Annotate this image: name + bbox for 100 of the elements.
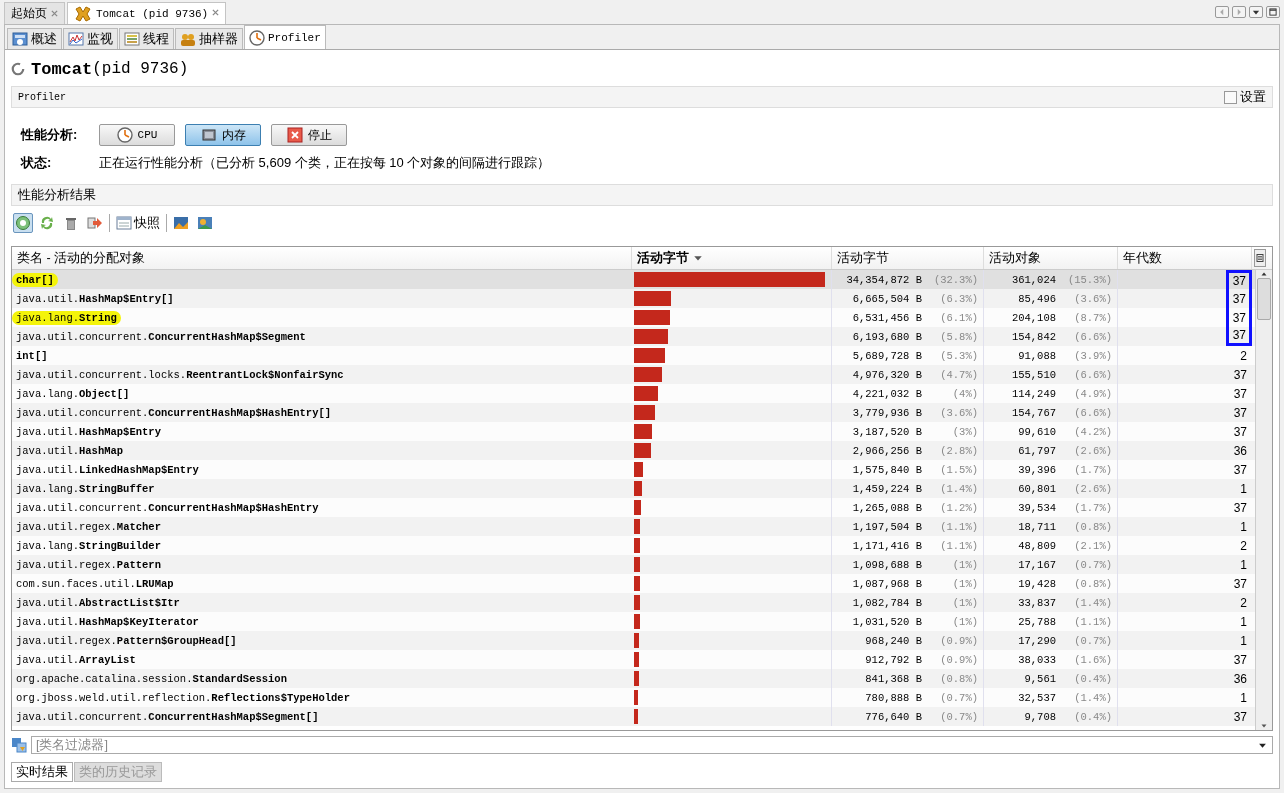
percent-value: (2.6%): [1073, 444, 1112, 457]
percent-value: (6.6%): [1073, 406, 1112, 419]
objects-value: 154,842: [1011, 330, 1056, 343]
percent-value: (1.2%): [939, 501, 978, 514]
table-row[interactable]: java.util.concurrent.ConcurrentHashMap$HashEntry[] 3,779,936 B (3.6%) 154,767 (6.6%) 37: [12, 403, 1255, 422]
objects-value: 99,610: [1018, 425, 1056, 438]
class-name: java.util.regex.Matcher: [16, 520, 161, 533]
percent-value: (1.4%): [939, 482, 978, 495]
percent-value: (1.1%): [939, 539, 978, 552]
profile-button[interactable]: CPU: [99, 124, 175, 146]
column-header[interactable]: 年代数: [1118, 247, 1252, 269]
stop-icon: [286, 127, 303, 143]
snapshot-button[interactable]: 快照: [114, 214, 162, 232]
list-icon: [124, 31, 140, 47]
generations-value: 37: [1233, 386, 1247, 401]
column-header[interactable]: 活动字节: [632, 247, 832, 269]
percent-value: (2.8%): [939, 444, 978, 457]
bytes-value: 6,665,504 B: [852, 292, 922, 305]
maximize-button[interactable]: [1266, 6, 1280, 18]
bytes-value: 34,354,872 B: [846, 273, 922, 286]
class-name: java.lang.StringBuffer: [16, 482, 155, 495]
scrollbar[interactable]: [1255, 270, 1272, 730]
bytes-value: 3,187,520 B: [852, 425, 922, 438]
generations-value: 1: [1240, 481, 1247, 496]
settings-checkbox[interactable]: 设置: [1224, 88, 1266, 106]
percent-value: (1%): [951, 596, 978, 609]
document-tab[interactable]: Tomcat (pid 9736): [67, 2, 227, 24]
table-row[interactable]: java.util.regex.Pattern 1,098,688 B (1%) 17,167 (0.7%) 1: [12, 555, 1255, 574]
objects-value: 33,837: [1018, 596, 1056, 609]
generations-value: 2: [1240, 595, 1247, 610]
column-header[interactable]: 活动对象: [984, 247, 1118, 269]
table-row[interactable]: org.apache.catalina.session.StandardSession 841,368 B (0.8%) 9,561 (0.4%) 36: [12, 669, 1255, 688]
table-row[interactable]: java.lang.StringBuffer 1,459,224 B (1.4%) 60,801 (2.6%) 1: [12, 479, 1255, 498]
highlighted-class-name: java.lang.String: [12, 310, 121, 325]
table-row[interactable]: java.util.regex.Matcher 1,197,504 B (1.1%) 18,711 (0.8%) 1: [12, 517, 1255, 536]
generations-value: 1: [1240, 614, 1247, 629]
profile-button[interactable]: 内存: [185, 124, 261, 146]
generations-value: 37: [1233, 500, 1247, 515]
percent-value: (2.1%): [1073, 539, 1112, 552]
table-row[interactable]: java.util.concurrent.locks.ReentrantLock$NonfairSync 4,976,320 B (4.7%) 155,510 (6.6%) 37: [12, 365, 1255, 384]
app-title: Tomcat: [31, 59, 93, 79]
scroll-thumb[interactable]: [1257, 278, 1271, 320]
column-menu-button[interactable]: [1254, 249, 1266, 267]
highlighted-class-name: char[]: [12, 272, 58, 287]
percent-value: (0.8%): [939, 672, 978, 685]
percent-value: (4%): [951, 387, 978, 400]
table-row[interactable]: java.util.HashMap$Entry[] 6,665,504 B (6.3%) 85,496 (3.6%) 37: [12, 289, 1255, 308]
bytes-value: 841,368 B: [865, 672, 922, 685]
toolbar-button[interactable]: [13, 213, 33, 233]
objects-value: 38,033: [1018, 653, 1056, 666]
table-row[interactable]: java.util.regex.Pattern$GroupHead[] 968,240 B (0.9%) 17,290 (0.7%) 1: [12, 631, 1255, 650]
bytes-value: 4,221,032 B: [852, 387, 922, 400]
table-row[interactable]: char[] 34,354,872 B (32.3%) 361,024 (15.3%) 37: [12, 270, 1255, 289]
bytes-value: 1,031,520 B: [852, 615, 922, 628]
objects-value: 25,788: [1018, 615, 1056, 628]
objects-value: 154,767: [1011, 406, 1056, 419]
objects-value: 17,290: [1018, 634, 1056, 647]
percent-value: (3.6%): [1073, 292, 1112, 305]
bytes-value: 1,171,416 B: [852, 539, 922, 552]
profile-button[interactable]: 停止: [271, 124, 347, 146]
generations-value: 37: [1232, 328, 1246, 342]
table-row[interactable]: java.lang.String 6,531,456 B (6.1%) 204,108 (8.7%) 37: [12, 308, 1255, 327]
percent-value: (0.7%): [939, 691, 978, 704]
table-row[interactable]: java.util.HashMap 2,966,256 B (2.8%) 61,797 (2.6%) 36: [12, 441, 1255, 460]
class-name: java.lang.Object[]: [16, 387, 130, 400]
clock-icon: [249, 29, 265, 46]
percent-value: (5.8%): [939, 330, 978, 343]
dropdown-button[interactable]: [1249, 6, 1263, 18]
class-name: java.util.HashMap: [16, 444, 124, 457]
left-arrow-button[interactable]: [1215, 6, 1229, 18]
close-icon[interactable]: [51, 8, 58, 19]
percent-value: (1.6%): [1073, 653, 1112, 666]
objects-value: 17,167: [1018, 558, 1056, 571]
people-icon: [180, 31, 196, 47]
percent-value: (1.4%): [1073, 691, 1112, 704]
filter-field[interactable]: [类名过滤器]: [31, 736, 1273, 754]
percent-value: (6.6%): [1073, 330, 1112, 343]
result-tab[interactable]: 实时结果: [11, 762, 73, 782]
view-tab[interactable]: 抽样器: [175, 28, 243, 49]
view-tab[interactable]: 概述: [7, 28, 62, 49]
bytes-value: 776,640 B: [865, 710, 922, 723]
class-name: java.util.HashMap$Entry: [16, 425, 161, 438]
generations-value: 37: [1233, 424, 1247, 439]
column-header[interactable]: 活动字节: [832, 247, 984, 269]
bytes-value: 1,459,224 B: [852, 482, 922, 495]
window-icon: [116, 215, 132, 231]
class-name: java.util.concurrent.ConcurrentHashMap$Segment: [16, 330, 306, 343]
view-tab[interactable]: 监视: [63, 28, 118, 49]
table-row[interactable]: java.util.concurrent.ConcurrentHashMap$Segment 6,193,680 B (5.8%) 154,842 (6.6%) 37: [12, 327, 1255, 346]
table-row[interactable]: java.util.AbstractList$Itr 1,082,784 B (1%) 33,837 (1.4%) 2: [12, 593, 1255, 612]
document-tab[interactable]: 起始页: [4, 2, 65, 24]
column-header[interactable]: 类名 - 活动的分配对象: [12, 247, 632, 269]
generations-value: 37: [1232, 291, 1246, 306]
table-row[interactable]: java.util.concurrent.ConcurrentHashMap$Segment[] 776,640 B (0.7%) 9,708 (0.4%) 37: [12, 707, 1255, 726]
field-label: 状态:: [21, 154, 53, 172]
generations-value: 37: [1232, 310, 1246, 325]
percent-value: (5.3%): [939, 349, 978, 362]
generations-value: 1: [1240, 633, 1247, 648]
view-tab[interactable]: Profiler: [244, 25, 326, 49]
view-tab[interactable]: 线程: [119, 28, 174, 49]
